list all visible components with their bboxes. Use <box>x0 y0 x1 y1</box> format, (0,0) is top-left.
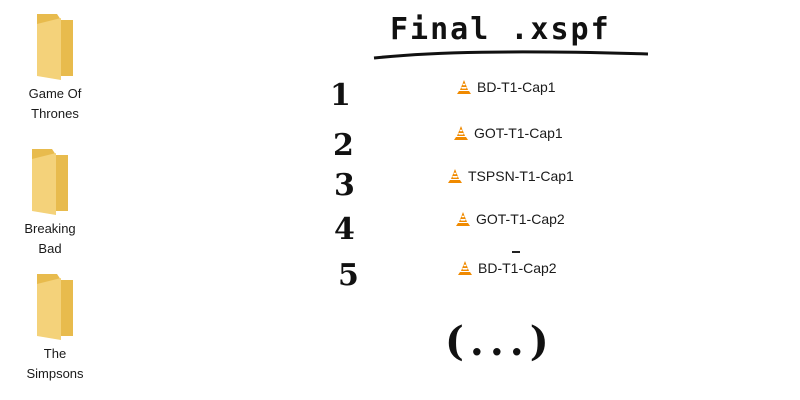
folder-label-line1: Game Of <box>28 86 82 101</box>
playlist-item-3[interactable]: TSPSN-T1-Cap1 <box>446 167 574 185</box>
playlist-item-label: TSPSN-T1-Cap1 <box>468 168 574 184</box>
playlist-item-label: BD-T1-Cap1 <box>477 79 556 95</box>
playlist-item-label: GOT-T1-Cap1 <box>474 125 563 141</box>
playlist-item-5[interactable]: BD-T1-Cap2 <box>456 259 557 277</box>
playlist-item-2[interactable]: GOT-T1-Cap1 <box>452 124 563 142</box>
folder-label-line1: Breaking <box>24 221 76 236</box>
playlist-item-label: BD-T1-Cap2 <box>478 260 557 276</box>
stray-mark <box>512 251 520 253</box>
playlist-title: Final .xspf <box>390 12 611 47</box>
playlist-number-3: 3 <box>334 168 355 203</box>
desktop-folder-breaking-bad[interactable]: Breaking Bad <box>5 145 95 259</box>
folder-label-line1: The <box>43 346 67 361</box>
vlc-cone-icon <box>456 259 474 277</box>
desktop-folder-the-simpsons[interactable]: The Simpsons <box>10 270 100 384</box>
folder-icon <box>37 274 73 340</box>
vlc-cone-icon <box>454 210 472 228</box>
folder-icon <box>37 14 73 80</box>
playlist-number-2: 2 <box>333 128 354 163</box>
playlist-item-1[interactable]: BD-T1-Cap1 <box>455 78 556 96</box>
playlist-item-4[interactable]: GOT-T1-Cap2 <box>454 210 565 228</box>
desktop-folder-game-of-thrones[interactable]: Game Of Thrones <box>10 10 100 124</box>
folder-label-line2: Bad <box>38 241 62 256</box>
title-underline <box>373 50 649 60</box>
playlist-item-label: GOT-T1-Cap2 <box>476 211 565 227</box>
playlist-number-1: 1 <box>330 78 351 113</box>
vlc-cone-icon <box>452 124 470 142</box>
folder-label-line2: Simpsons <box>26 366 84 381</box>
vlc-cone-icon <box>446 167 464 185</box>
vlc-cone-icon <box>455 78 473 96</box>
playlist-number-5: 5 <box>338 258 359 293</box>
folder-label-line2: Thrones <box>31 106 79 121</box>
more-items-ellipsis: (...) <box>445 318 555 365</box>
folder-icon <box>32 149 68 215</box>
playlist-number-4: 4 <box>334 212 355 247</box>
